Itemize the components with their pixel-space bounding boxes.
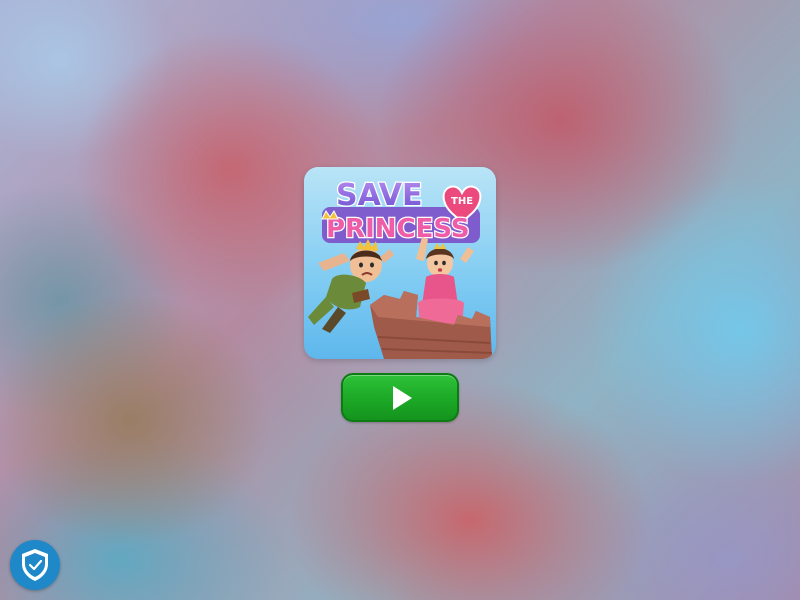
game-logo: SAVE THE PRINCESS <box>321 177 482 245</box>
game-title-save: SAVE <box>336 178 423 213</box>
play-button[interactable] <box>341 373 459 422</box>
shield-check-icon <box>22 549 48 581</box>
game-title-princess: PRINCESS <box>326 214 470 244</box>
game-thumbnail: SAVE THE PRINCESS <box>304 167 496 359</box>
game-title-the: THE <box>451 196 473 207</box>
privacy-shield-button[interactable] <box>10 540 60 590</box>
game-splash-screen: SAVE THE PRINCESS <box>0 0 800 600</box>
play-icon <box>392 385 412 410</box>
